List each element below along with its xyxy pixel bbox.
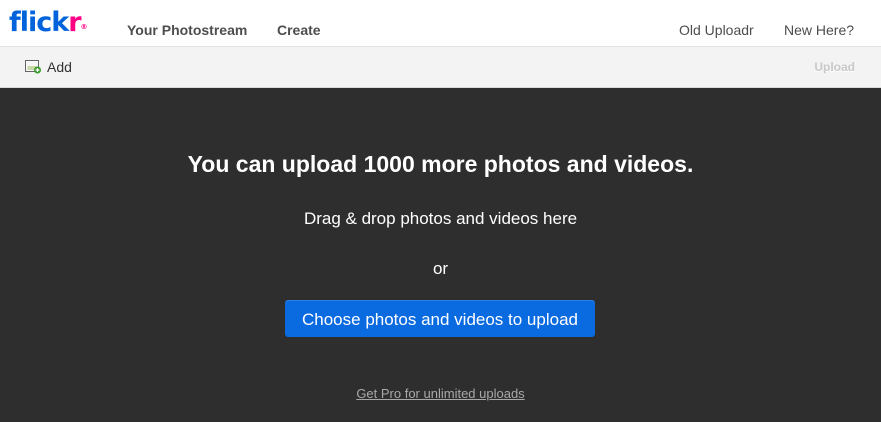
get-pro-link[interactable]: Get Pro for unlimited uploads [0,386,881,401]
or-text: or [432,259,449,278]
upload-drop-zone[interactable]: You can upload 1000 more photos and vide… [0,88,881,422]
nav-your-photostream[interactable]: Your Photostream [127,22,247,38]
nav-old-uploadr[interactable]: Old Uploadr [679,22,754,38]
nav-create[interactable]: Create [277,22,321,38]
drag-drop-text: Drag & drop photos and videos here [303,209,578,228]
upload-toolbar: Add Upload [0,47,881,88]
flickr-logo[interactable]: flickr® [9,6,88,40]
logo-text-pink: r [68,7,81,38]
add-button[interactable]: Add [25,59,72,75]
add-label: Add [47,59,72,75]
logo-registered-mark: ® [80,23,88,31]
logo-text-blue: flick [9,7,69,38]
top-header: flickr® Your Photostream Create Old Uplo… [0,0,881,47]
upload-button[interactable]: Upload [814,60,855,74]
upload-limit-headline: You can upload 1000 more photos and vide… [187,151,694,177]
choose-files-button[interactable]: Choose photos and videos to upload [285,300,595,337]
nav-new-here[interactable]: New Here? [784,22,854,38]
add-photo-icon [25,60,41,74]
